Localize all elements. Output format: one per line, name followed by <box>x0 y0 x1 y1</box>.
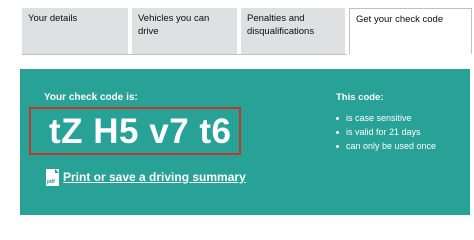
pdf-icon-text: pdf <box>47 179 55 185</box>
code-info-item: is valid for 21 days <box>332 126 436 140</box>
code-info-item: can only be used once <box>332 140 436 154</box>
check-code-value: tZ H5 v7 t6 <box>49 112 232 151</box>
check-code-highlight: tZ H5 v7 t6 <box>29 107 241 155</box>
code-info-title: This code: <box>336 92 384 103</box>
tab-penalties-and-disqualifications[interactable]: Penalties and disqualifications <box>241 8 345 54</box>
tab-get-your-check-code[interactable]: Get your check code <box>349 8 472 54</box>
pdf-icon[interactable]: pdf <box>46 169 59 186</box>
tab-vehicles-you-can-drive[interactable]: Vehicles you can drive <box>132 8 237 54</box>
print-driving-summary-link[interactable]: Print or save a driving summary <box>63 170 246 184</box>
code-info-list: is case sensitive is valid for 21 days c… <box>332 112 436 154</box>
tab-your-details[interactable]: Your details <box>22 8 128 54</box>
check-code-label: Your check code is: <box>44 92 138 103</box>
code-info-item: is case sensitive <box>332 112 436 126</box>
tab-divider <box>22 54 347 55</box>
check-code-panel: Your check code is: tZ H5 v7 t6 pdf Prin… <box>20 69 470 215</box>
tab-bar: Your details Vehicles you can drive Pena… <box>22 8 472 54</box>
